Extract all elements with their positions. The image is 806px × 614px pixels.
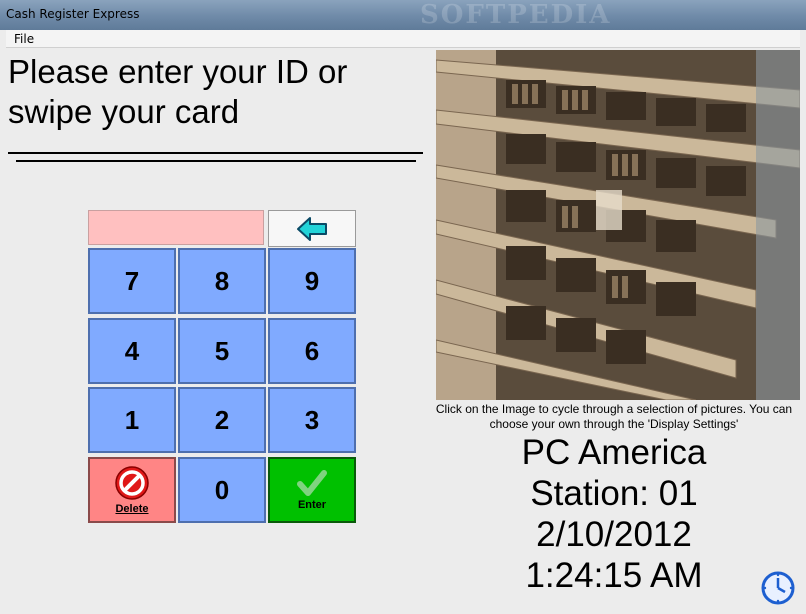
divider bbox=[8, 152, 423, 154]
checkmark-icon bbox=[297, 470, 327, 496]
menu-bar: File bbox=[6, 30, 800, 48]
station-info: PC America Station: 01 2/10/2012 1:24:15… bbox=[426, 432, 802, 596]
store-photo[interactable] bbox=[436, 50, 800, 400]
key-5[interactable]: 5 bbox=[178, 318, 266, 384]
key-2[interactable]: 2 bbox=[178, 387, 266, 453]
key-1[interactable]: 1 bbox=[88, 387, 176, 453]
store-photo-image bbox=[436, 50, 800, 400]
company-name: PC America bbox=[521, 433, 707, 472]
enter-label: Enter bbox=[297, 499, 327, 511]
current-date: 2/10/2012 bbox=[536, 515, 692, 554]
clock-icon[interactable] bbox=[760, 570, 796, 606]
key-6[interactable]: 6 bbox=[268, 318, 356, 384]
station-label: Station: 01 bbox=[530, 474, 698, 513]
delete-label: Delete bbox=[115, 503, 149, 515]
delete-button[interactable]: Delete bbox=[88, 457, 176, 523]
watermark: SOFTPEDIA bbox=[420, 0, 612, 30]
menu-file[interactable]: File bbox=[14, 32, 34, 46]
key-8[interactable]: 8 bbox=[178, 248, 266, 314]
login-prompt: Please enter your ID or swipe your card bbox=[8, 53, 348, 130]
main-content: Please enter your ID or swipe your card … bbox=[6, 48, 800, 608]
key-4[interactable]: 4 bbox=[88, 318, 176, 384]
key-0[interactable]: 0 bbox=[178, 457, 266, 523]
photo-caption: Click on the Image to cycle through a se… bbox=[435, 402, 793, 431]
app-window: Cash Register Express SOFTPEDIA File Ple… bbox=[0, 0, 806, 614]
key-7[interactable]: 7 bbox=[88, 248, 176, 314]
current-time: 1:24:15 AM bbox=[525, 556, 703, 595]
title-bar: Cash Register Express SOFTPEDIA bbox=[0, 0, 806, 30]
id-input[interactable] bbox=[88, 210, 264, 245]
key-9[interactable]: 9 bbox=[268, 248, 356, 314]
back-arrow-icon bbox=[297, 216, 327, 241]
no-entry-icon bbox=[115, 466, 149, 500]
window-title: Cash Register Express bbox=[6, 7, 140, 21]
enter-button[interactable]: Enter bbox=[268, 457, 356, 523]
backspace-button[interactable] bbox=[268, 210, 356, 247]
divider bbox=[16, 160, 416, 162]
key-3[interactable]: 3 bbox=[268, 387, 356, 453]
